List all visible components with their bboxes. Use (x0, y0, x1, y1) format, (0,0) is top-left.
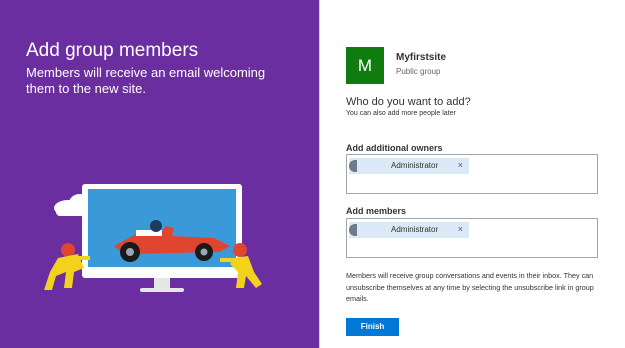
owners-people-picker[interactable]: Administrator × (346, 154, 598, 194)
avatar (349, 160, 357, 172)
member-name: Administrator (391, 225, 439, 234)
owner-pill: Administrator × (349, 158, 469, 174)
panel-subtitle: Members will receive an email welcoming … (26, 65, 266, 96)
info-text: Members will receive group conversations… (346, 271, 594, 303)
owners-label: Add additional owners (346, 143, 443, 153)
monitor-screen (88, 189, 236, 267)
members-people-picker[interactable]: Administrator × (346, 218, 598, 258)
remove-member-icon[interactable]: × (458, 224, 463, 234)
form-panel: M Myfirstsite Public group Who do you wa… (320, 0, 625, 348)
add-question: Who do you want to add? (346, 96, 471, 108)
member-pill: Administrator × (349, 222, 469, 238)
site-logo-tile: M (346, 47, 384, 84)
finish-button[interactable]: Finish (346, 318, 399, 336)
owner-name: Administrator (391, 161, 439, 170)
avatar (349, 224, 357, 236)
welcome-panel: Add group members Members will receive a… (0, 0, 319, 348)
members-label: Add members (346, 206, 407, 216)
add-question-hint: You can also add more people later (346, 110, 456, 117)
site-name: Myfirstsite (396, 52, 447, 63)
race-car-monitor-illustration (44, 184, 262, 292)
remove-owner-icon[interactable]: × (458, 160, 463, 170)
site-type: Public group (396, 67, 441, 76)
panel-title: Add group members (26, 40, 199, 61)
